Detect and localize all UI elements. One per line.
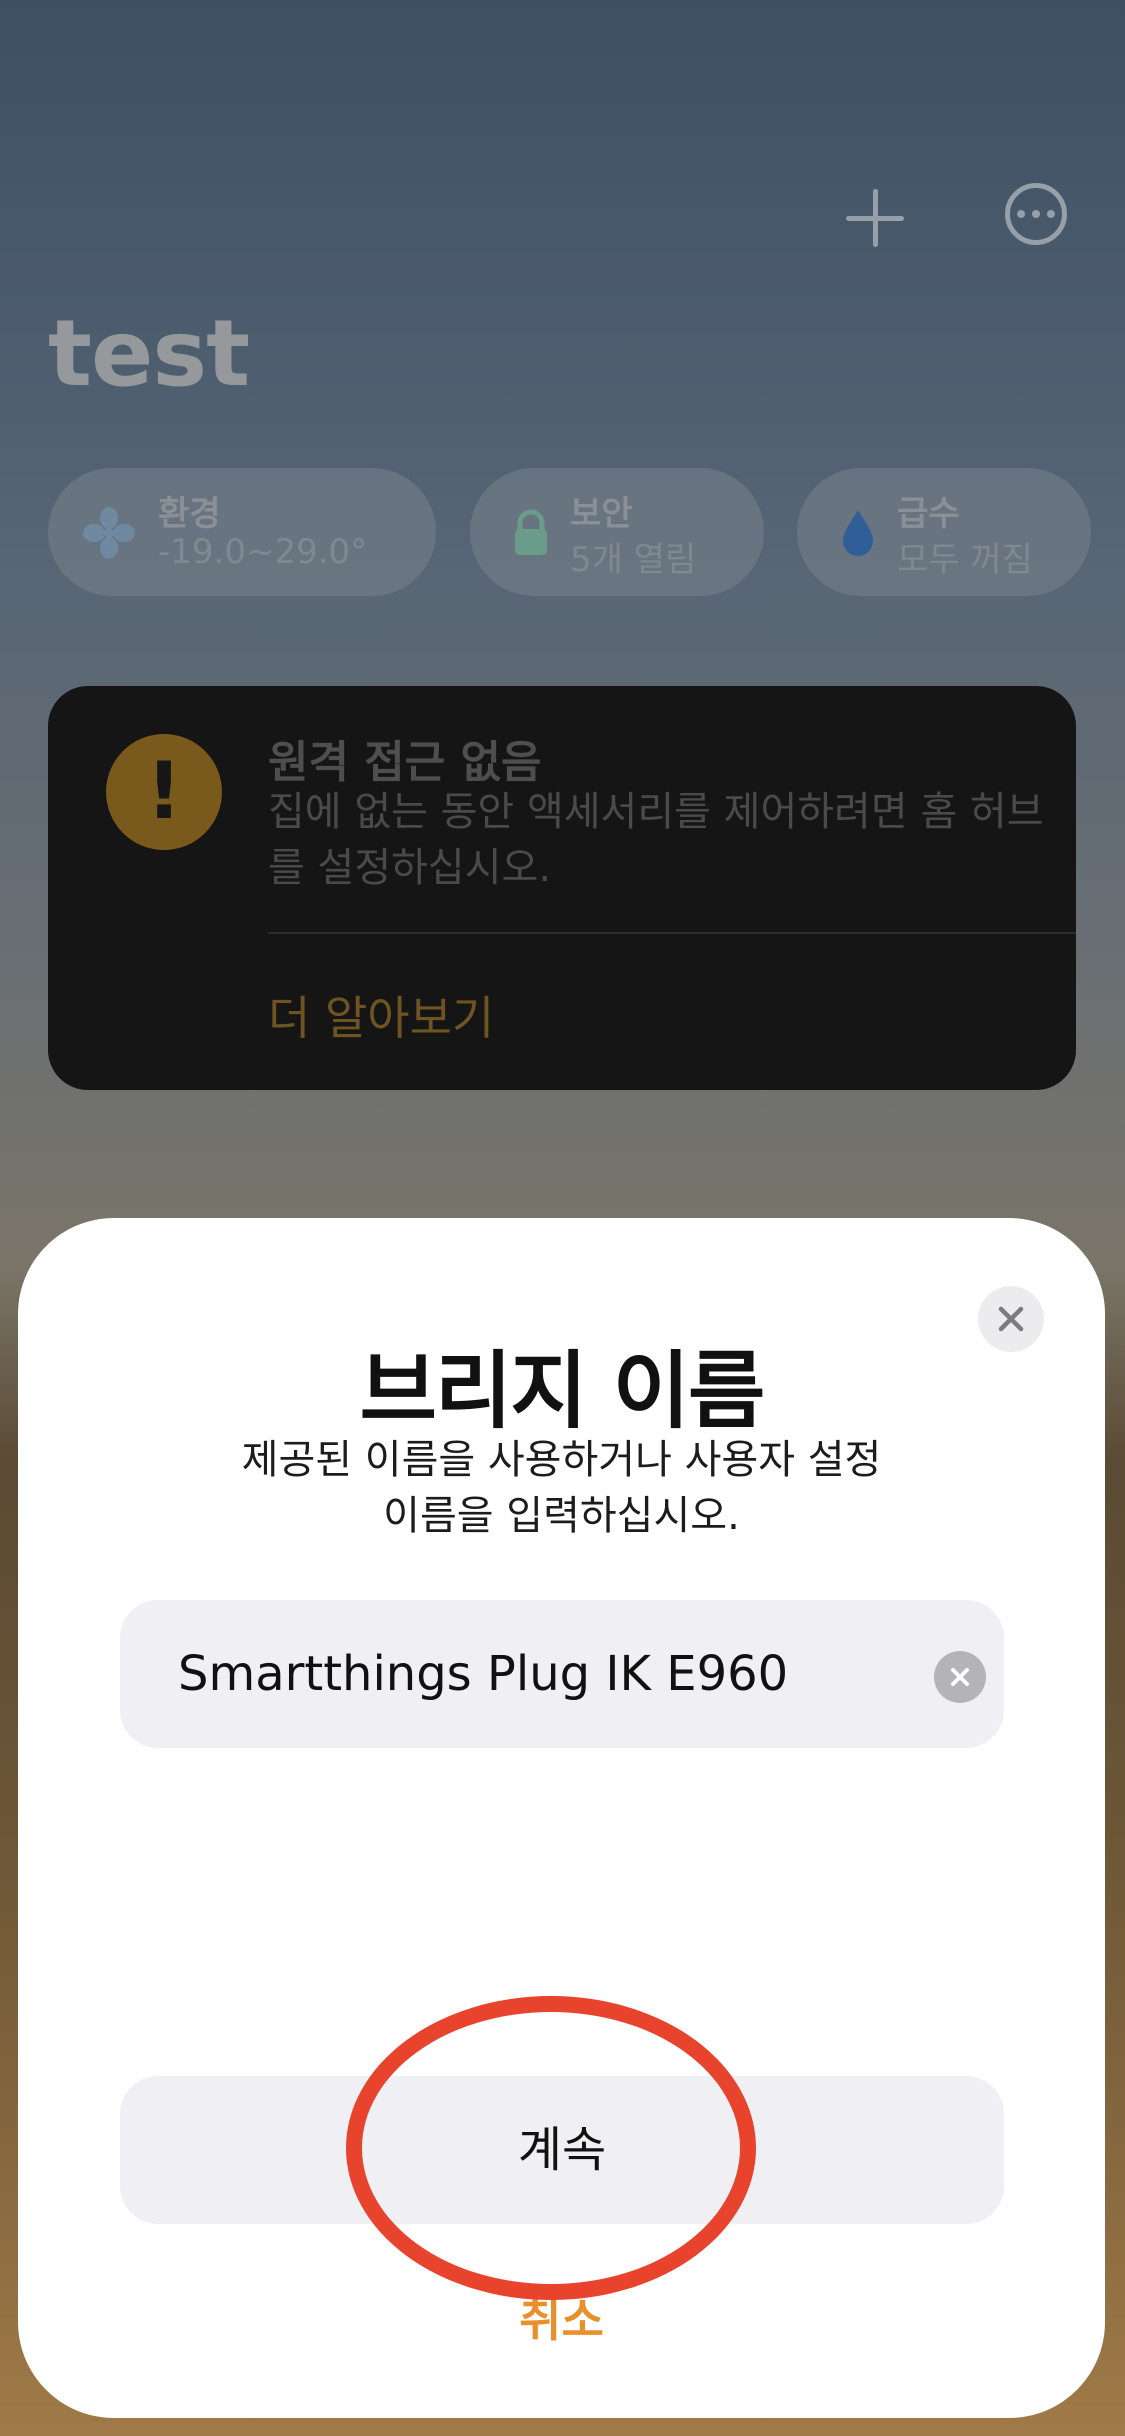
home-title: test — [48, 300, 250, 407]
water-drop-icon — [843, 510, 873, 556]
bridge-name-input[interactable] — [178, 1600, 878, 1748]
remote-access-alert-card: ! 원격 접근 없음 집에 없는 동안 액세서리를 제어하려면 홈 허브를 설정… — [48, 686, 1076, 1090]
clear-text-button[interactable] — [934, 1651, 986, 1703]
climate-chip-title: 환경 — [158, 494, 221, 534]
clear-x-icon — [951, 1668, 969, 1686]
add-accessory-plus-icon[interactable] — [842, 185, 908, 251]
water-chip-value: 모두 꺼짐 — [897, 540, 1033, 580]
bridge-name-field[interactable] — [120, 1600, 1004, 1748]
sheet-title: 브리지 이름 — [359, 1342, 766, 1440]
climate-chip[interactable]: 환경 -19.0~29.0° — [48, 468, 436, 596]
water-chip[interactable]: 급수 모두 꺼짐 — [797, 468, 1091, 596]
exclamation-circle-icon: ! — [106, 734, 222, 850]
sheet-subtitle-line2: 이름을 입력하십시오. — [383, 1493, 740, 1539]
security-chip-value: 5개 열림 — [570, 540, 697, 580]
lock-icon — [515, 509, 547, 555]
water-chip-title: 급수 — [897, 494, 960, 534]
alert-divider — [268, 932, 1076, 934]
learn-more-link[interactable]: 더 알아보기 — [268, 982, 494, 1048]
sheet-subtitle: 제공된 이름을 사용하거나 사용자 설정 이름을 입력하십시오. — [188, 1432, 935, 1544]
security-chip[interactable]: 보안 5개 열림 — [470, 468, 764, 596]
fan-icon — [83, 507, 135, 559]
climate-chip-value: -19.0~29.0° — [158, 532, 368, 572]
alert-title: 원격 접근 없음 — [268, 737, 542, 788]
alert-body: 집에 없는 동안 액세서리를 제어하려면 홈 허브를 설정하십시오. — [268, 789, 1044, 891]
more-options-icon[interactable] — [1005, 183, 1067, 245]
highlight-annotation-circle — [346, 1996, 756, 2300]
security-chip-title: 보안 — [570, 494, 633, 534]
sheet-subtitle-line1: 제공된 이름을 사용하거나 사용자 설정 — [241, 1437, 882, 1483]
